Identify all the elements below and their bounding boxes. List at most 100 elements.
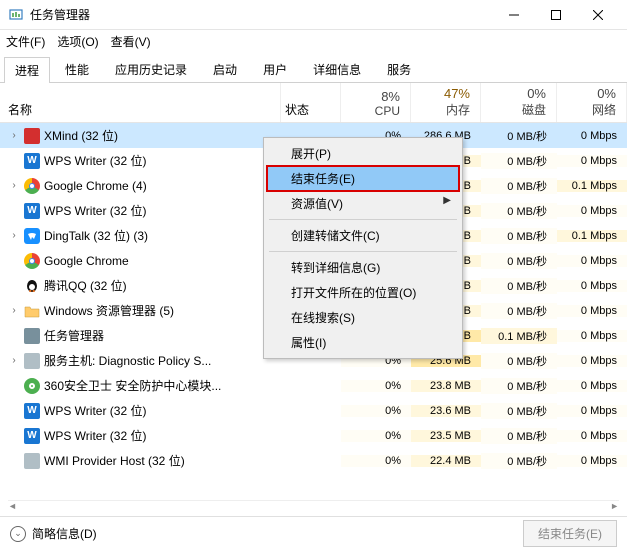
process-row[interactable]: 360安全卫士 安全防护中心模块... 0%23.8 MB0 MB/秒0 Mbps <box>0 373 627 398</box>
menu-file[interactable]: 文件(F) <box>6 33 45 50</box>
process-name-cell: 任务管理器 <box>0 327 281 344</box>
chevron-right-icon: ▶ <box>443 195 451 206</box>
process-network-cell: 0.1 Mbps <box>557 180 627 192</box>
expand-arrow-icon[interactable]: › <box>8 130 20 141</box>
process-memory-cell: 23.6 MB <box>411 405 481 417</box>
context-menu-item[interactable]: 资源值(V)▶ <box>267 191 459 216</box>
col-header-name[interactable]: 名称 <box>0 83 281 122</box>
process-name-cell: Google Chrome <box>0 253 281 269</box>
process-name-cell: WMI Provider Host (32 位) <box>0 452 281 469</box>
col-header-disk[interactable]: 0% 磁盘 <box>481 83 557 122</box>
process-name-cell: › 服务主机: Diagnostic Policy S... <box>0 352 281 369</box>
process-name-label: WPS Writer (32 位) <box>44 202 146 219</box>
process-cpu-cell: 0% <box>341 455 411 467</box>
process-network-cell: 0 Mbps <box>557 155 627 167</box>
process-name-label: 服务主机: Diagnostic Policy S... <box>44 352 211 369</box>
process-disk-cell: 0 MB/秒 <box>481 278 557 294</box>
process-network-cell: 0 Mbps <box>557 280 627 292</box>
process-memory-cell: 23.5 MB <box>411 430 481 442</box>
tab-3[interactable]: 启动 <box>202 56 248 82</box>
window-title: 任务管理器 <box>30 6 90 23</box>
horizontal-scrollbar[interactable] <box>8 500 619 514</box>
process-disk-cell: 0 MB/秒 <box>481 378 557 394</box>
process-name-label: DingTalk (32 位) (3) <box>44 227 148 244</box>
process-disk-cell: 0.1 MB/秒 <box>481 328 557 344</box>
process-name-label: WPS Writer (32 位) <box>44 427 146 444</box>
process-row[interactable]: WWPS Writer (32 位)0%23.6 MB0 MB/秒0 Mbps <box>0 398 627 423</box>
process-memory-cell: 23.8 MB <box>411 380 481 392</box>
process-row[interactable]: WMI Provider Host (32 位)0%22.4 MB0 MB/秒0… <box>0 448 627 473</box>
process-network-cell: 0 Mbps <box>557 380 627 392</box>
menu-options[interactable]: 选项(O) <box>57 33 98 50</box>
process-name-cell: › Google Chrome (4) <box>0 178 281 194</box>
expand-arrow-icon[interactable]: › <box>8 305 20 316</box>
process-network-cell: 0 Mbps <box>557 455 627 467</box>
chrome-icon <box>24 178 40 194</box>
context-menu-item[interactable]: 结束任务(E) <box>267 166 459 191</box>
360-icon <box>24 378 40 394</box>
col-header-cpu[interactable]: 8% CPU <box>341 83 411 122</box>
col-header-status[interactable]: 状态 <box>281 83 341 122</box>
process-name-cell: 腾讯QQ (32 位) <box>0 277 281 294</box>
expand-arrow-icon[interactable]: › <box>8 180 20 191</box>
explorer-icon <box>24 303 40 319</box>
fewer-details-button[interactable]: ⌄ 简略信息(D) <box>10 525 97 542</box>
dingtalk-icon <box>24 228 40 244</box>
process-row[interactable]: WWPS Writer (32 位)0%23.5 MB0 MB/秒0 Mbps <box>0 423 627 448</box>
wps-icon: W <box>24 153 40 169</box>
context-menu-item[interactable]: 转到详细信息(G) <box>267 255 459 280</box>
process-disk-cell: 0 MB/秒 <box>481 228 557 244</box>
tab-1[interactable]: 性能 <box>54 56 100 82</box>
process-name-label: Google Chrome (4) <box>44 179 147 193</box>
process-disk-cell: 0 MB/秒 <box>481 203 557 219</box>
process-network-cell: 0 Mbps <box>557 130 627 142</box>
xmind-icon <box>24 128 40 144</box>
process-disk-cell: 0 MB/秒 <box>481 353 557 369</box>
process-name-label: 360安全卫士 安全防护中心模块... <box>44 377 221 394</box>
process-network-cell: 0 Mbps <box>557 305 627 317</box>
menubar: 文件(F) 选项(O) 查看(V) <box>0 30 627 52</box>
tab-2[interactable]: 应用历史记录 <box>104 56 198 82</box>
process-name-label: WPS Writer (32 位) <box>44 402 146 419</box>
qq-icon <box>24 278 40 294</box>
process-disk-cell: 0 MB/秒 <box>481 303 557 319</box>
context-menu-item[interactable]: 展开(P) <box>267 141 459 166</box>
process-name-label: WMI Provider Host (32 位) <box>44 452 185 469</box>
process-memory-cell: 22.4 MB <box>411 455 481 467</box>
expand-arrow-icon[interactable]: › <box>8 355 20 366</box>
tab-4[interactable]: 用户 <box>252 56 298 82</box>
minimize-button[interactable] <box>493 0 535 30</box>
process-cpu-cell: 0% <box>341 405 411 417</box>
process-cpu-cell: 0% <box>341 380 411 392</box>
process-network-cell: 0 Mbps <box>557 330 627 342</box>
end-task-button[interactable]: 结束任务(E) <box>523 520 617 547</box>
context-menu-item[interactable]: 属性(I) <box>267 330 459 355</box>
process-disk-cell: 0 MB/秒 <box>481 153 557 169</box>
tab-5[interactable]: 详细信息 <box>302 56 372 82</box>
context-menu-item[interactable]: 在线搜索(S) <box>267 305 459 330</box>
context-menu-item[interactable]: 创建转储文件(C) <box>267 223 459 248</box>
chevron-down-icon: ⌄ <box>10 526 26 542</box>
tab-6[interactable]: 服务 <box>376 56 422 82</box>
context-menu: 展开(P)结束任务(E)资源值(V)▶ 创建转储文件(C) 转到详细信息(G)打开文… <box>263 137 463 359</box>
context-menu-item[interactable]: 打开文件所在的位置(O) <box>267 280 459 305</box>
tab-bar: 进程性能应用历史记录启动用户详细信息服务 <box>0 52 627 83</box>
taskmgr-icon <box>24 328 40 344</box>
expand-arrow-icon[interactable]: › <box>8 230 20 241</box>
process-name-label: 腾讯QQ (32 位) <box>44 277 127 294</box>
col-header-memory[interactable]: 47% 内存 <box>411 83 481 122</box>
col-header-network[interactable]: 0% 网络 <box>557 83 627 122</box>
process-network-cell: 0 Mbps <box>557 205 627 217</box>
column-headers: 名称 状态 8% CPU 47% 内存 0% 磁盘 0% 网络 <box>0 83 627 123</box>
close-button[interactable] <box>577 0 619 30</box>
process-disk-cell: 0 MB/秒 <box>481 128 557 144</box>
tab-0[interactable]: 进程 <box>4 57 50 83</box>
process-name-label: 任务管理器 <box>44 327 104 344</box>
chrome-icon <box>24 253 40 269</box>
context-menu-separator <box>269 251 457 252</box>
process-name-label: Google Chrome <box>44 254 129 268</box>
process-name-label: XMind (32 位) <box>44 127 118 144</box>
menu-view[interactable]: 查看(V) <box>111 33 151 50</box>
wps-icon: W <box>24 403 40 419</box>
maximize-button[interactable] <box>535 0 577 30</box>
